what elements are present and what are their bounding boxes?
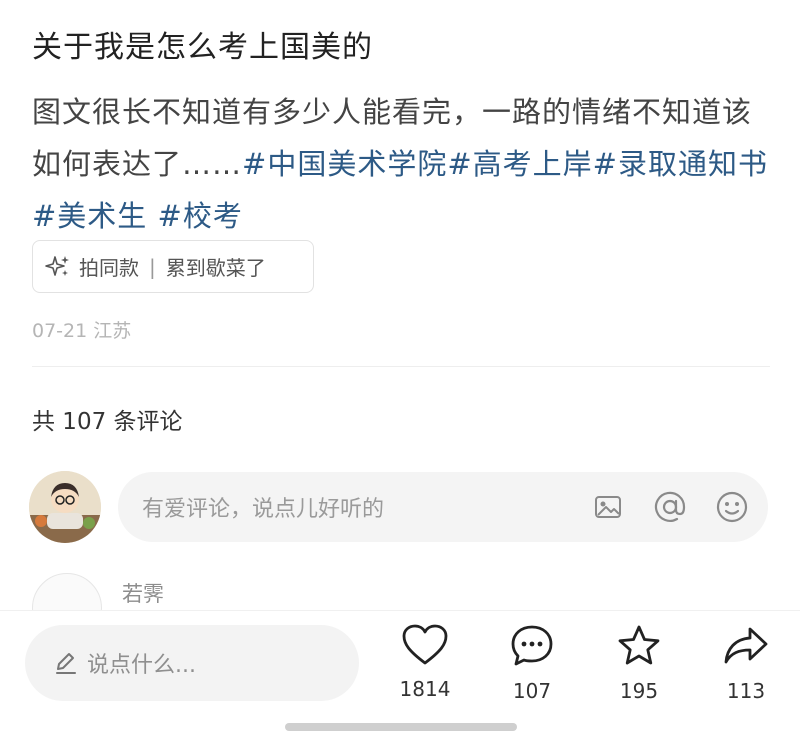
like-count: 1814 (399, 677, 451, 701)
image-icon[interactable] (590, 489, 626, 525)
commenter-name[interactable]: 若霁 (122, 578, 164, 608)
user-avatar[interactable] (29, 471, 101, 543)
hashtag-school-exam[interactable]: #校考 (147, 199, 243, 233)
pen-icon (53, 650, 79, 676)
hashtag-gaokao[interactable]: #高考上岸 (447, 147, 592, 181)
share-button[interactable]: 113 (711, 623, 781, 703)
same-style-author: 累到歇菜了 (165, 256, 266, 280)
comment-bubble-icon (509, 623, 555, 673)
same-style-separator: | (149, 254, 156, 279)
hashtag-cai[interactable]: #中国美术学院 (242, 147, 447, 181)
emoji-icon[interactable] (714, 489, 750, 525)
section-divider (32, 366, 770, 367)
same-style-button[interactable]: 拍同款 | 累到歇菜了 (32, 240, 314, 293)
heart-icon (401, 623, 449, 671)
home-indicator[interactable] (285, 723, 517, 731)
same-style-label: 拍同款 (79, 256, 139, 280)
favorite-count: 195 (619, 679, 659, 703)
post-title: 关于我是怎么考上国美的 (32, 30, 373, 65)
hashtag-art-student[interactable]: #美术生 (32, 199, 147, 233)
say-something-input[interactable]: 说点什么... (25, 625, 359, 701)
post-description: 图文很长不知道有多少人能看完，一路的情绪不知道该如何表达了……#中国美术学院#高… (32, 86, 772, 242)
share-arrow-icon (722, 623, 770, 673)
comment-input[interactable]: 有爱评论，说点儿好听的 (118, 472, 768, 542)
favorite-button[interactable]: 195 (604, 623, 674, 703)
say-something-placeholder: 说点什么... (87, 653, 196, 678)
at-mention-icon[interactable] (652, 489, 688, 525)
comment-count-badge: 107 (512, 679, 552, 703)
comment-count: 共 107 条评论 (32, 409, 183, 435)
star-icon (615, 623, 663, 673)
sparkle-icon (45, 254, 71, 280)
share-count: 113 (726, 679, 766, 703)
like-button[interactable]: 1814 (390, 623, 460, 701)
comment-input-placeholder: 有爱评论，说点儿好听的 (142, 497, 385, 522)
post-date-location: 07-21 江苏 (32, 320, 132, 342)
comment-button[interactable]: 107 (497, 623, 567, 703)
bottom-action-bar: 说点什么... 1814 107 195 113 (0, 610, 800, 744)
hashtag-admission-notice[interactable]: #录取通知书 (593, 147, 768, 181)
